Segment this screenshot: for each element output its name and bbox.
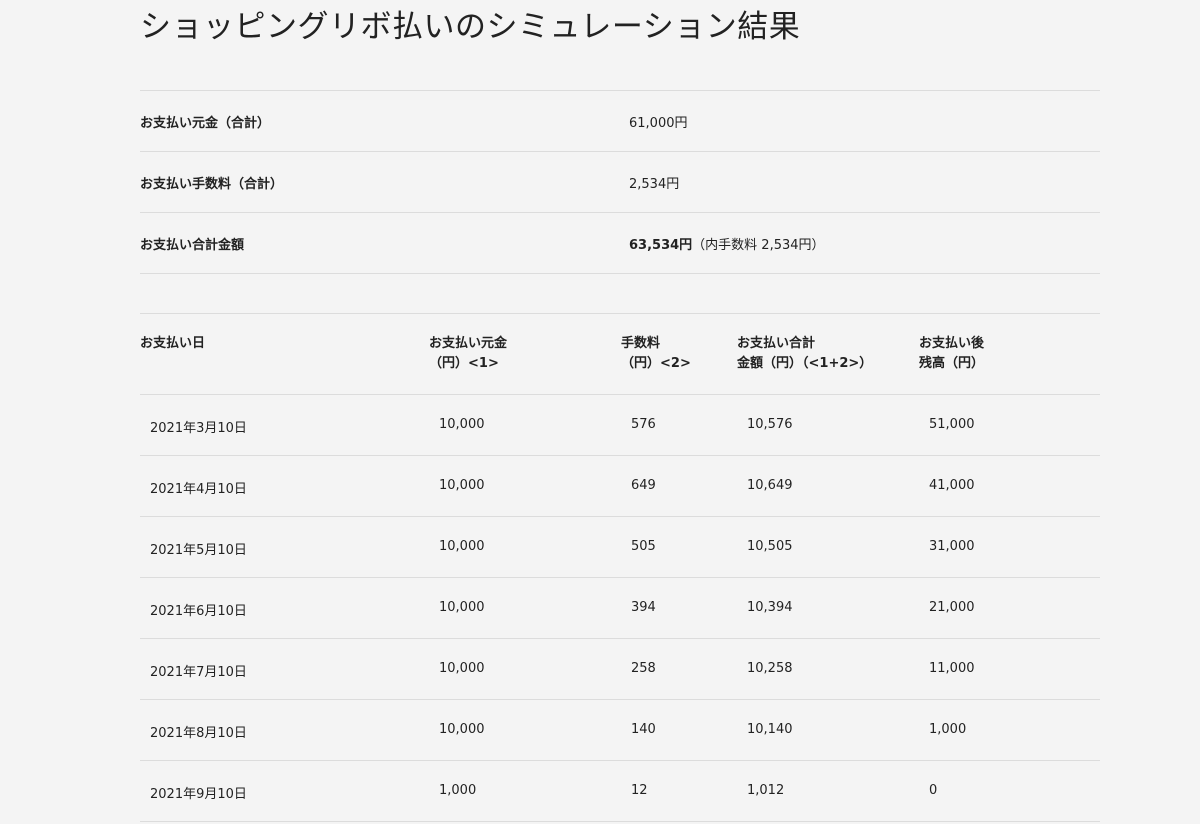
header-balance: お支払い後 残高（円） xyxy=(919,334,984,374)
cell-principal: 10,000 xyxy=(439,417,485,432)
cell-principal: 10,000 xyxy=(439,539,485,554)
cell-balance: 0 xyxy=(929,783,938,798)
header-line: 残高（円） xyxy=(919,356,985,371)
cell-fee: 505 xyxy=(631,539,656,554)
summary-label: お支払い合計金額 xyxy=(140,238,245,253)
cell-date: 2021年6月10日 xyxy=(150,604,247,619)
table-row: 2021年3月10日 10,000 576 10,576 51,000 xyxy=(140,395,1100,456)
header-fee: 手数料 （円）<2> xyxy=(621,334,691,374)
cell-principal: 10,000 xyxy=(439,600,485,615)
header-principal: お支払い元金 （円）<1> xyxy=(429,334,507,374)
table-row: 2021年9月10日 1,000 12 1,012 0 xyxy=(140,761,1100,822)
header-line: 手数料 xyxy=(621,336,661,351)
cell-fee: 12 xyxy=(631,783,648,798)
header-line: お支払い合計 xyxy=(737,336,816,351)
cell-total: 1,012 xyxy=(747,783,785,798)
summary-table: お支払い元金（合計） 61,000円 お支払い手数料（合計） 2,534円 お支… xyxy=(140,90,1100,274)
summary-row-principal: お支払い元金（合計） 61,000円 xyxy=(140,91,1100,152)
summary-row-fee: お支払い手数料（合計） 2,534円 xyxy=(140,152,1100,213)
cell-balance: 11,000 xyxy=(929,661,975,676)
header-line: お支払い日 xyxy=(140,336,206,351)
summary-value: 63,534円（内手数料 2,534円） xyxy=(629,234,825,253)
header-line: 金額（円）（<1+2>） xyxy=(737,356,873,371)
header-total: お支払い合計 金額（円）（<1+2>） xyxy=(737,334,872,374)
cell-fee: 576 xyxy=(631,417,656,432)
cell-principal: 1,000 xyxy=(439,783,477,798)
table-row: 2021年8月10日 10,000 140 10,140 1,000 xyxy=(140,700,1100,761)
cell-balance: 21,000 xyxy=(929,600,975,615)
header-line: お支払い後 xyxy=(919,336,985,351)
cell-balance: 51,000 xyxy=(929,417,975,432)
summary-label: お支払い手数料（合計） xyxy=(140,177,284,192)
cell-date: 2021年3月10日 xyxy=(150,421,247,436)
summary-amount: 2,534円 xyxy=(629,177,680,192)
cell-total: 10,505 xyxy=(747,539,793,554)
cell-date: 2021年8月10日 xyxy=(150,726,247,741)
payment-schedule-table: お支払い日 お支払い元金 （円）<1> 手数料 （円）<2> お支払い合計 金額… xyxy=(140,313,1100,822)
header-line: お支払い元金 xyxy=(429,336,508,351)
cell-principal: 10,000 xyxy=(439,478,485,493)
cell-date: 2021年7月10日 xyxy=(150,665,247,680)
cell-balance: 41,000 xyxy=(929,478,975,493)
table-row: 2021年7月10日 10,000 258 10,258 11,000 xyxy=(140,639,1100,700)
cell-total: 10,258 xyxy=(747,661,793,676)
cell-balance: 31,000 xyxy=(929,539,975,554)
cell-principal: 10,000 xyxy=(439,661,485,676)
summary-label: お支払い元金（合計） xyxy=(140,116,271,131)
cell-date: 2021年9月10日 xyxy=(150,787,247,802)
summary-value: 61,000円 xyxy=(629,112,688,131)
summary-amount: 61,000円 xyxy=(629,116,688,131)
simulation-result-page: ショッピングリボ払いのシミュレーション結果 お支払い元金（合計） 61,000円… xyxy=(0,0,1200,824)
page-title: ショッピングリボ払いのシミュレーション結果 xyxy=(140,9,801,45)
cell-balance: 1,000 xyxy=(929,722,967,737)
cell-fee: 394 xyxy=(631,600,656,615)
cell-total: 10,394 xyxy=(747,600,793,615)
cell-fee: 140 xyxy=(631,722,656,737)
header-line: （円）<1> xyxy=(429,356,499,371)
header-payment-date: お支払い日 xyxy=(140,334,205,354)
summary-value: 2,534円 xyxy=(629,173,679,192)
cell-total: 10,649 xyxy=(747,478,793,493)
cell-total: 10,140 xyxy=(747,722,793,737)
summary-amount: 63,534円 xyxy=(629,238,693,253)
table-row: 2021年6月10日 10,000 394 10,394 21,000 xyxy=(140,578,1100,639)
table-header-row: お支払い日 お支払い元金 （円）<1> 手数料 （円）<2> お支払い合計 金額… xyxy=(140,314,1100,395)
table-row: 2021年5月10日 10,000 505 10,505 31,000 xyxy=(140,517,1100,578)
summary-note: （内手数料 2,534円） xyxy=(692,238,825,253)
cell-total: 10,576 xyxy=(747,417,793,432)
header-line: （円）<2> xyxy=(621,356,691,371)
cell-date: 2021年5月10日 xyxy=(150,543,247,558)
summary-row-total: お支払い合計金額 63,534円（内手数料 2,534円） xyxy=(140,213,1100,274)
cell-fee: 258 xyxy=(631,661,656,676)
table-row: 2021年4月10日 10,000 649 10,649 41,000 xyxy=(140,456,1100,517)
cell-date: 2021年4月10日 xyxy=(150,482,247,497)
cell-principal: 10,000 xyxy=(439,722,485,737)
cell-fee: 649 xyxy=(631,478,656,493)
